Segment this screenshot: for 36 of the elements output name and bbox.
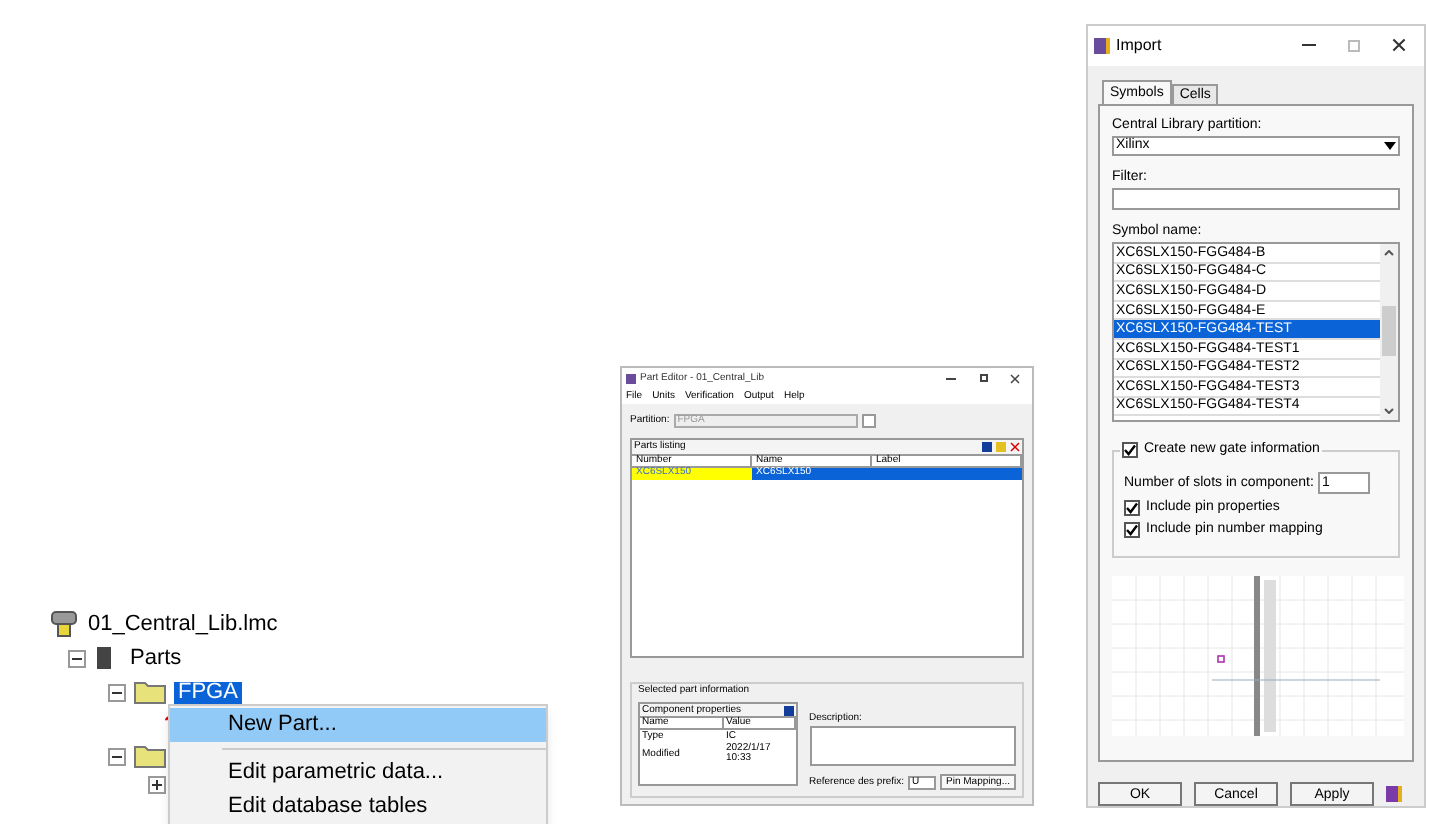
scroll-up-icon[interactable] — [1384, 249, 1394, 256]
expand-icon[interactable] — [148, 776, 166, 794]
filter-field[interactable] — [1112, 187, 1400, 210]
menu-item[interactable]: Edit parametric data... — [170, 756, 546, 790]
minimize-button[interactable] — [946, 377, 956, 379]
maximize-button[interactable] — [980, 374, 988, 382]
close-button[interactable] — [1010, 373, 1020, 383]
folder-icon — [134, 744, 166, 768]
close-button[interactable] — [1392, 38, 1406, 53]
collapse-icon[interactable] — [108, 747, 126, 765]
collapse-icon[interactable] — [108, 683, 126, 701]
menu-item[interactable]: New Part... — [170, 708, 546, 742]
app-icon — [626, 373, 636, 383]
checkbox[interactable] — [1124, 521, 1140, 538]
description-field[interactable] — [809, 726, 1016, 766]
toolbar-icon[interactable] — [783, 705, 793, 715]
dropdown-arrow-icon — [1384, 141, 1396, 150]
tree-item[interactable]: FPGA — [174, 681, 242, 703]
delete-icon[interactable] — [1010, 442, 1020, 452]
checkbox[interactable] — [1124, 499, 1140, 516]
menu-item[interactable]: Edit database tables — [170, 790, 546, 824]
tree-item[interactable]: 01_Central_Lib.lmc — [88, 613, 278, 635]
tree-item[interactable]: Parts — [130, 647, 182, 669]
help-icon[interactable] — [1386, 786, 1402, 802]
scroll-down-icon[interactable] — [1384, 407, 1394, 414]
app-icon — [1094, 37, 1110, 54]
minimize-button[interactable] — [1302, 44, 1316, 47]
window-title: Import — [1116, 37, 1162, 54]
collapse-icon[interactable] — [68, 649, 86, 667]
checkbox[interactable] — [1122, 441, 1138, 458]
folder-icon — [134, 680, 166, 704]
scrollbar[interactable] — [1380, 243, 1398, 420]
library-icon — [48, 610, 80, 638]
chip-icon — [94, 646, 114, 670]
scroll-thumb[interactable] — [1382, 305, 1396, 356]
browse-button[interactable] — [861, 413, 876, 427]
